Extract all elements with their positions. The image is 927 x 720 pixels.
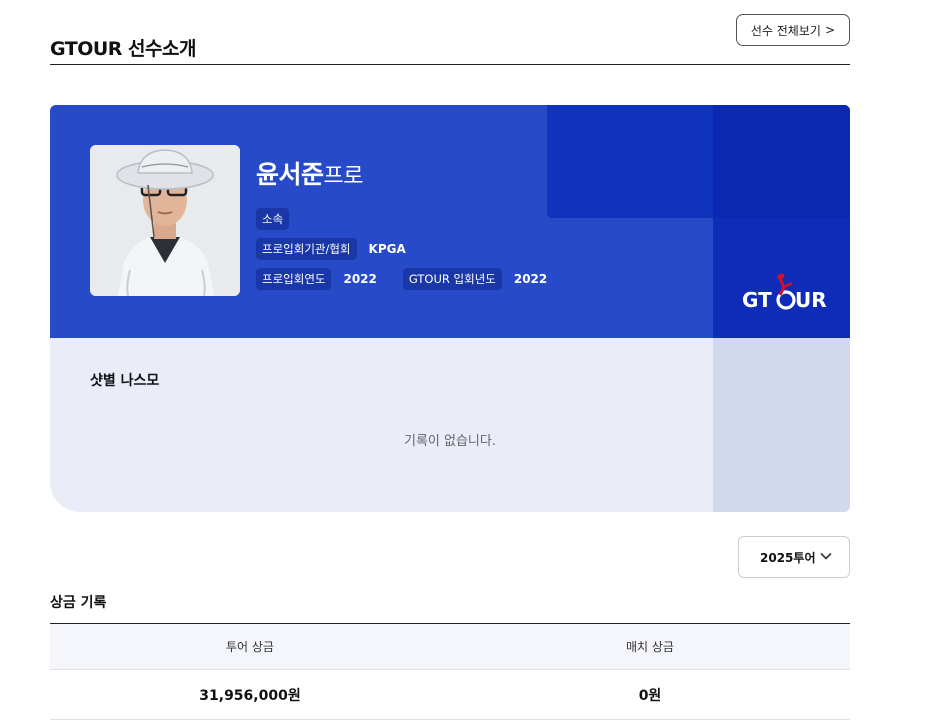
prize-table: 투어 상금 매치 상금 31,956,000원 0원 [50,623,850,720]
season-select-value: 2025투어 [760,550,816,565]
join-year-value: 2022 [343,272,377,286]
season-select[interactable]: 2025투어 [738,536,850,578]
tour-prize-value: 31,956,000원 [50,669,450,720]
gtour-year-value: 2022 [513,272,548,286]
org-label: 프로입회기관/협회 [256,238,357,260]
player-name: 윤서준프로 [256,155,364,191]
org-value: KPGA [368,242,406,256]
gtour-logo: GT UR [740,273,832,313]
chevron-down-icon [820,552,832,560]
player-card: 윤서준프로 소속 프로입회기관/협회 KPGA 프로입회연도 2022 GTOU… [50,105,850,512]
gtour-year-label: GTOUR 입회년도 [402,268,502,290]
player-photo-icon [90,145,240,296]
view-all-players-button[interactable]: 선수 전체보기 > [735,14,850,46]
view-all-label: 선수 전체보기 [750,23,821,38]
table-row: 31,956,000원 0원 [50,669,850,720]
join-year-label: 프로입회연도 [256,268,332,290]
year-row: 프로입회연도 2022 GTOUR 입회년도 2022 [256,268,573,290]
gtour-logo-text-left: GT [742,288,772,312]
shot-stats-title: 샷별 나스모 [90,373,160,389]
affiliation-label: 소속 [256,208,290,230]
player-name-text: 윤서준 [256,160,324,189]
match-prize-value: 0원 [450,669,850,720]
page-title: GTOUR 선수소개 [50,38,196,60]
column-header: 투어 상금 [50,623,450,670]
column-header: 매치 상금 [450,623,850,670]
gtour-logo-text-right: UR [795,288,827,312]
player-title-suffix: 프로 [323,164,364,189]
section-header: GTOUR 선수소개 선수 전체보기 > [50,14,850,65]
org-row: 프로입회기관/협회 KPGA [256,238,432,260]
empty-state-text: 기록이 없습니다. [404,434,496,449]
banner-decoration [713,105,850,218]
prize-record-title: 상금 기록 [50,595,107,611]
table-header-row: 투어 상금 매치 상금 [50,623,850,670]
panel-decoration [713,338,850,512]
player-photo [90,145,240,296]
affiliation-row: 소속 [256,208,327,230]
gtour-logo-icon: GT UR [742,273,827,312]
chevron-right-icon: > [824,23,835,37]
